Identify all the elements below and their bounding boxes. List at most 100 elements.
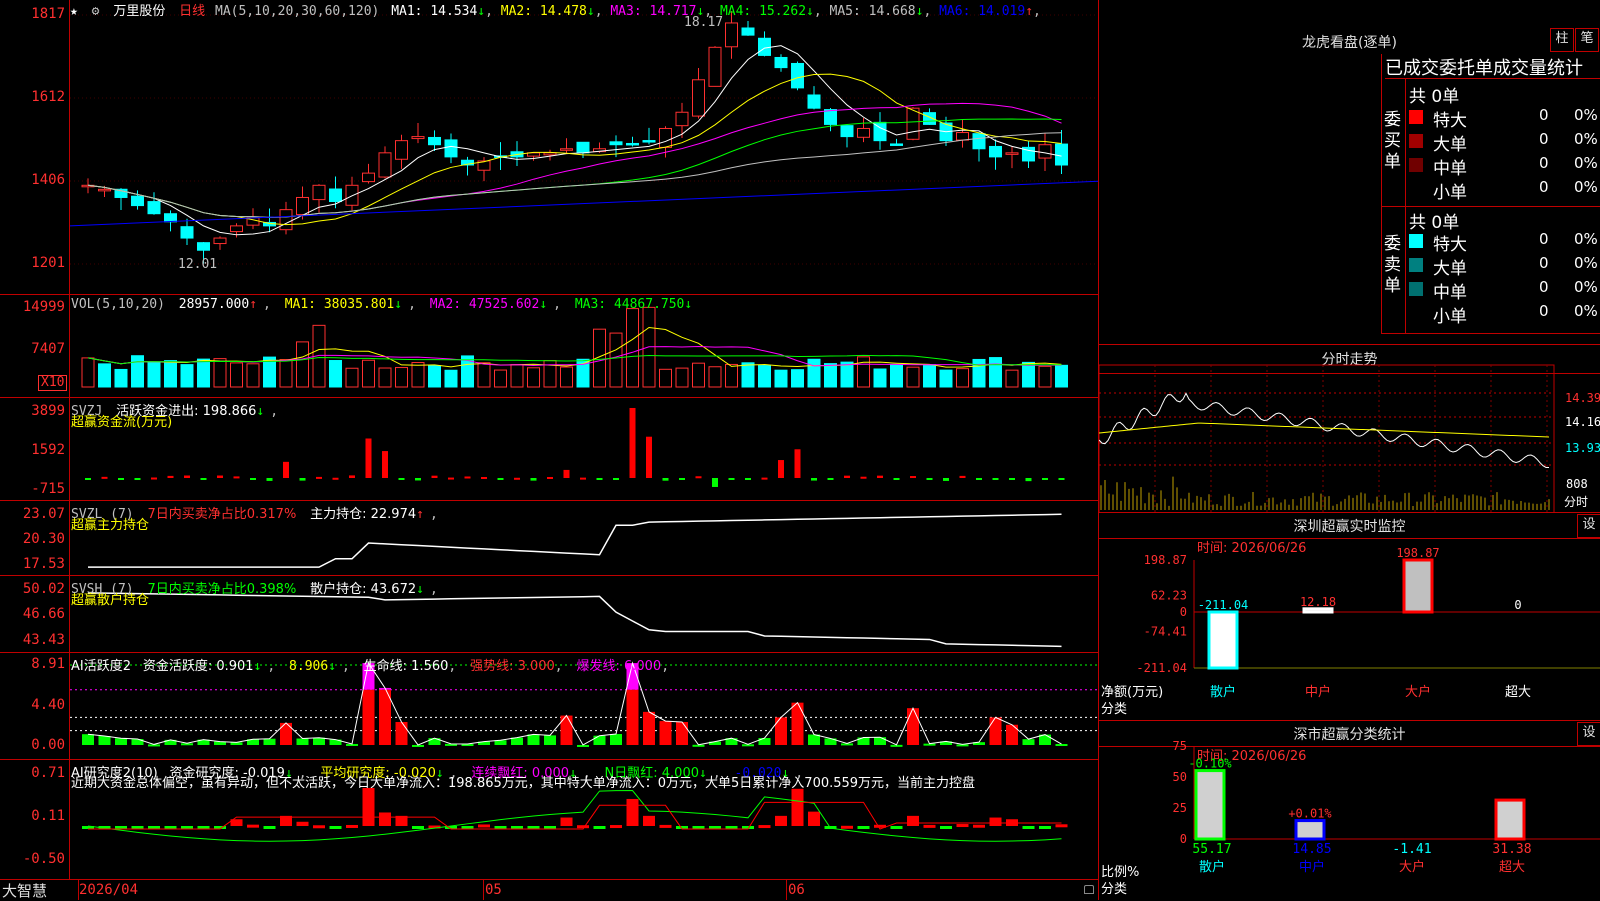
volume-bar	[890, 363, 903, 388]
lock-icon[interactable]	[1084, 885, 1094, 894]
intraday-vol-unit: 分时	[1564, 495, 1589, 509]
app-name: 大智慧	[2, 882, 48, 900]
research-bar	[346, 824, 358, 828]
volume-bar	[378, 367, 392, 388]
date-label: 06	[788, 882, 805, 898]
candle	[906, 107, 920, 140]
fund-flow-bar	[712, 478, 718, 487]
fund-flow-bar	[827, 478, 834, 480]
intraday-tick-high: 14.39	[1565, 391, 1600, 405]
svsh-sub: 超赢散户持仓	[71, 593, 150, 608]
candle	[774, 56, 788, 69]
intraday-panel[interactable]: 分时走势 14.39 14.16 13.93 808 分时	[1099, 345, 1600, 513]
volume-bar	[725, 363, 738, 388]
ma-line	[87, 45, 1062, 236]
intraday-chart[interactable]	[1099, 345, 1600, 513]
classify-bar-chart[interactable]: 75 50 25 0 -0.10% 55.17 散户 +0.01% 14.85 中户 -1.41 大户…	[1099, 721, 1600, 900]
sell-row-count: 0	[1539, 302, 1549, 320]
candle	[543, 152, 557, 156]
volume-bar	[972, 358, 986, 388]
candle	[956, 132, 969, 141]
activity-bar	[791, 702, 804, 745]
monitor-value-label: -211.04	[1198, 598, 1249, 612]
monitor-value-label: 12.18	[1300, 595, 1336, 609]
intraday-tick-mid: 14.16	[1565, 415, 1600, 429]
volume-bar	[609, 332, 623, 388]
candle	[791, 62, 804, 89]
research-bar	[626, 798, 639, 826]
fund-flow-bar	[596, 478, 603, 480]
sell-row-name: 中单	[1433, 283, 1467, 303]
classify-value-label: -1.41	[1392, 842, 1431, 857]
fund-flow-bar	[85, 478, 91, 480]
candle	[857, 127, 870, 138]
research-bar	[643, 815, 655, 826]
monitor-bar	[1402, 558, 1434, 614]
fund-flow-bar	[877, 475, 883, 478]
low-price-label: 12.01	[178, 257, 218, 272]
fund-flow-bar	[745, 478, 751, 480]
fund-flow-bar	[893, 478, 900, 480]
volume-bar	[824, 363, 837, 388]
research-bar	[379, 812, 391, 826]
buy-row-count: 0	[1539, 154, 1549, 172]
fund-flow-bar	[1025, 478, 1032, 482]
bar-mode-button[interactable]: 柱	[1550, 28, 1574, 52]
ai-research-pane[interactable]: 0.71 0.11 -0.50 AI研究度2(10) 资金研究度: -0.019…	[0, 760, 1098, 880]
volume-bar	[197, 358, 210, 388]
date-label: 2026/04	[79, 882, 139, 898]
fund-flow-bar	[217, 475, 223, 478]
ma-line	[87, 73, 1062, 226]
star-icon[interactable]: ★	[70, 4, 78, 19]
volume-bar	[147, 361, 161, 388]
lhb-title: 龙虎看盘(逐单)	[1302, 35, 1397, 51]
sell-row: 特大 0 0%	[1409, 230, 1600, 255]
candle	[98, 188, 111, 192]
period-label[interactable]: 日线	[179, 4, 205, 19]
svzj-pane[interactable]: 3899 1592 -715 SVZJ 活跃资金进出: 198.866↓, 超赢…	[0, 398, 1098, 501]
activity-bar	[610, 734, 622, 745]
kline-pane[interactable]: 1817 1612 1406 1201 ★ ⚙ 万里股份 日线 MA(5,10,…	[0, 0, 1098, 295]
candle	[180, 226, 194, 239]
fund-flow-bar	[184, 475, 190, 478]
intraday-tick-low: 13.93	[1565, 441, 1600, 455]
svzl-pane[interactable]: 23.07 20.30 17.53 SVZL (7) 7日内买卖净占比0.317…	[0, 501, 1098, 576]
fund-flow-bar	[200, 478, 207, 480]
volume-bar	[791, 369, 804, 388]
candle	[609, 141, 623, 146]
gear-icon[interactable]: ⚙	[92, 4, 100, 19]
classify-bar	[1494, 798, 1526, 841]
candlestick-chart[interactable]	[0, 0, 1098, 295]
activity-bar	[115, 738, 127, 745]
research-bar	[263, 826, 276, 829]
activity-bar	[1022, 739, 1035, 745]
classify-change-label: +0.01%	[1288, 807, 1332, 821]
classify-category: 散户	[1199, 859, 1225, 875]
volume-bar	[1022, 361, 1035, 388]
research-bar	[841, 825, 853, 829]
svsh-pane[interactable]: 50.02 46.66 43.43 SVSH (7) 7日内买卖净占比0.398…	[0, 576, 1098, 653]
fund-flow-bar	[299, 478, 306, 481]
fund-flow-bar	[233, 476, 240, 479]
monitor-value-label: 198.87	[1396, 546, 1439, 560]
svsh-hold: 散户持仓: 43.672	[310, 582, 417, 597]
candle	[395, 140, 408, 160]
ai-activity-pane[interactable]: 8.91 4.40 0.00 AI活跃度2 资金活跃度: 0.901↓, 8.9…	[0, 653, 1098, 760]
fund-flow-bar	[464, 476, 471, 479]
buy-row-name: 小单	[1433, 183, 1467, 203]
classify-category: 超大	[1499, 860, 1525, 875]
activity-bar	[296, 738, 309, 745]
volume-pane[interactable]: 14999 7407 X10 VOL(5,10,20) 28957.000↑, …	[0, 295, 1098, 398]
tick-mode-button[interactable]: 笔	[1575, 28, 1599, 52]
candle	[147, 201, 161, 215]
monitor-bar-chart[interactable]: 198.87 62.23 0 -74.41 -211.04 -211.04 散户 12.18 中…	[1099, 513, 1600, 721]
fund-flow-bar	[283, 461, 289, 478]
fund-flow-bar	[415, 478, 421, 481]
fund-flow-bar	[580, 477, 586, 480]
volume-bar	[395, 367, 408, 388]
sell-side-label: 委卖单	[1384, 234, 1401, 296]
candle	[989, 145, 1002, 158]
volume-bar	[444, 369, 458, 388]
candle	[576, 141, 590, 154]
volume-bar	[230, 362, 243, 388]
